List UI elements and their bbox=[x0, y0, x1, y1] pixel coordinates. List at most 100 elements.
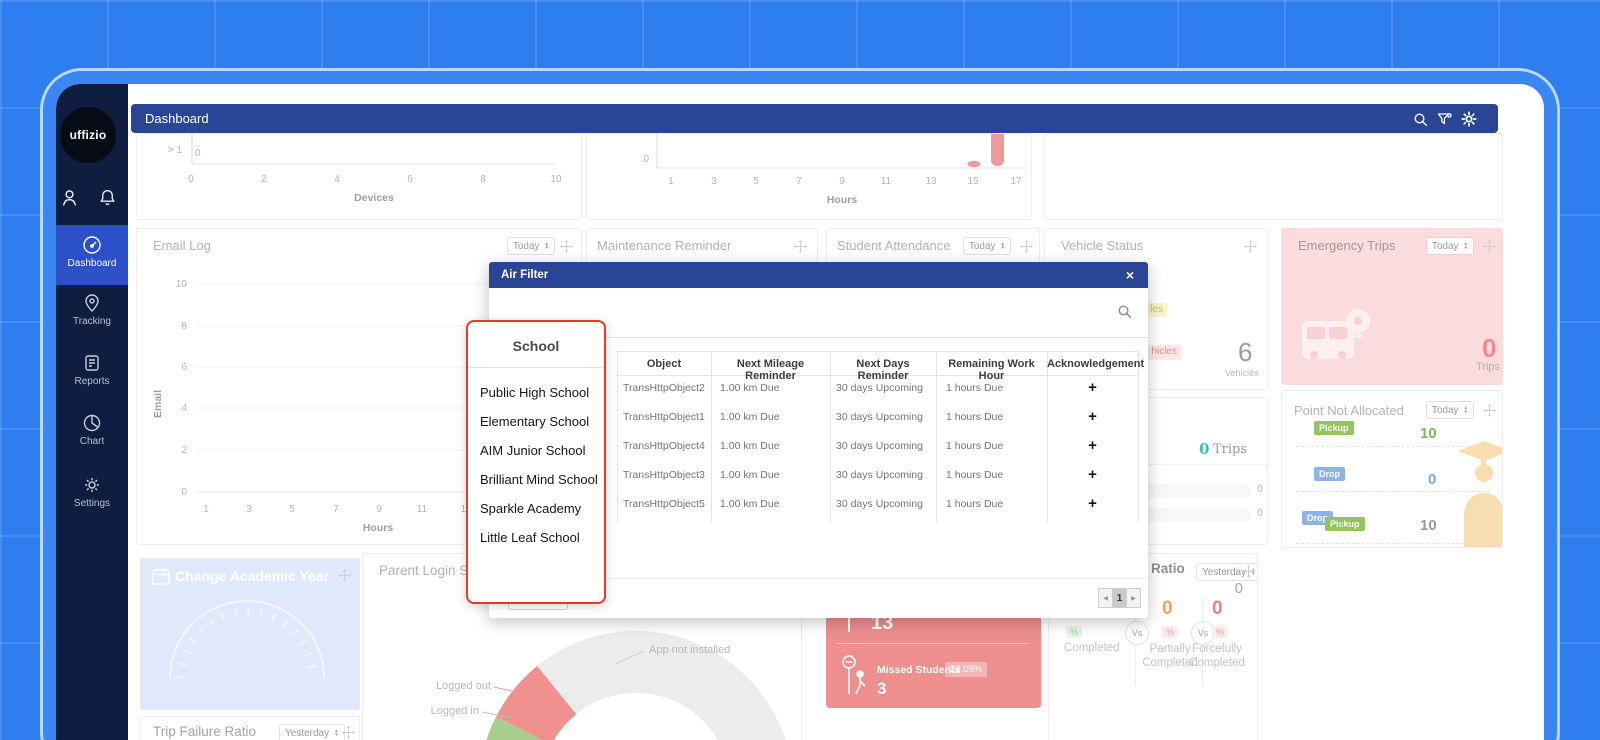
svg-text:2: 2 bbox=[261, 174, 267, 185]
drag-move-icon[interactable] bbox=[1483, 240, 1496, 253]
svg-text:0: 0 bbox=[195, 148, 201, 159]
card-title: Email Log bbox=[153, 238, 211, 253]
trip-failure-ratio-card: Trip Failure Ratio Yesterday bbox=[140, 716, 360, 740]
cell-mileage: 1.00 km Due bbox=[720, 498, 780, 510]
acknowledge-plus-button[interactable]: + bbox=[1047, 466, 1138, 483]
svg-text:0: 0 bbox=[643, 154, 649, 165]
svg-text:8: 8 bbox=[480, 174, 486, 185]
sidebar-item-label: Settings bbox=[74, 498, 110, 509]
app-window: uffizio Dashboard Tr bbox=[56, 84, 1544, 740]
cell-hours: 1 hours Due bbox=[946, 498, 1003, 510]
acknowledge-plus-button[interactable]: + bbox=[1047, 495, 1138, 512]
svg-text:13: 13 bbox=[925, 176, 937, 187]
hours-chart-card: 0 1 3 5 7 9 11 13 15 17 Hours bbox=[586, 133, 1032, 220]
svg-text:5: 5 bbox=[289, 504, 295, 515]
email-log-period-select[interactable]: Today bbox=[507, 237, 555, 255]
svg-text:6: 6 bbox=[181, 362, 187, 373]
drag-move-icon[interactable] bbox=[1483, 404, 1496, 417]
acknowledge-plus-button[interactable]: + bbox=[1047, 437, 1138, 454]
drag-move-icon[interactable] bbox=[1020, 240, 1033, 253]
pagination-current-page[interactable]: 1 bbox=[1112, 588, 1127, 608]
cell-hours: 1 hours Due bbox=[946, 411, 1003, 423]
reports-document-icon bbox=[82, 353, 102, 373]
close-icon[interactable]: × bbox=[1126, 262, 1134, 288]
vehicle-count: 6 bbox=[1238, 337, 1252, 368]
drag-move-icon[interactable] bbox=[342, 726, 355, 739]
bar-value: 0 bbox=[1257, 484, 1263, 495]
completed-label: Completed bbox=[1064, 642, 1120, 654]
completed-pct-badge: % bbox=[1066, 626, 1082, 638]
donut-label-logged-in: Logged in bbox=[409, 705, 479, 717]
app-logo: uffizio bbox=[60, 107, 116, 163]
cell-object: TransHttpObject2 bbox=[623, 382, 705, 394]
cell-days: 30 days Upcoming bbox=[836, 469, 923, 481]
school-option[interactable]: Brilliant Mind School bbox=[468, 465, 604, 494]
col-header-acknowledgement[interactable]: Acknowledgement bbox=[1047, 358, 1138, 370]
dashboard-icon bbox=[82, 235, 102, 255]
sidebar-item-dashboard[interactable]: Dashboard bbox=[56, 225, 128, 285]
select-arrows-icon bbox=[545, 242, 549, 250]
acknowledge-plus-button[interactable]: + bbox=[1047, 408, 1138, 425]
emergency-trips-card: Emergency Trips Today 0 Trips bbox=[1281, 228, 1503, 385]
partially-pct-badge: % bbox=[1162, 626, 1178, 638]
col-header-next-mileage[interactable]: Next Mileage Reminder bbox=[711, 358, 830, 382]
svg-text:15: 15 bbox=[967, 176, 979, 187]
tracking-pin-icon bbox=[82, 293, 102, 313]
school-option[interactable]: Elementary School bbox=[468, 407, 604, 436]
partially-completed-value: 0 bbox=[1162, 598, 1173, 620]
sidebar-item-reports[interactable]: Reports bbox=[56, 353, 128, 387]
search-icon[interactable] bbox=[1413, 112, 1428, 132]
card-title: Trip Failure Ratio bbox=[153, 724, 256, 739]
col-header-remaining-hour[interactable]: Remaining Work Hour bbox=[936, 358, 1047, 382]
sidebar-item-tracking[interactable]: Tracking bbox=[56, 293, 128, 327]
cell-hours: 1 hours Due bbox=[946, 469, 1003, 481]
school-option[interactable]: Public High School bbox=[468, 378, 604, 407]
drag-move-icon[interactable] bbox=[1242, 565, 1255, 578]
acknowledge-plus-button[interactable]: + bbox=[1047, 379, 1138, 396]
drag-move-icon[interactable] bbox=[1244, 240, 1257, 253]
col-header-object[interactable]: Object bbox=[617, 358, 711, 370]
page-title: Dashboard bbox=[145, 104, 209, 133]
pagination-next-button[interactable]: ▶ bbox=[1126, 588, 1141, 608]
page-header: Dashboard bbox=[131, 104, 1498, 133]
student-attendance-period-select[interactable]: Today bbox=[963, 237, 1011, 255]
svg-text:3: 3 bbox=[711, 176, 717, 187]
profile-icon[interactable] bbox=[60, 188, 79, 212]
modal-header: Air Filter × bbox=[489, 262, 1148, 288]
cell-hours: 1 hours Due bbox=[946, 440, 1003, 452]
forcefully-completed-label: Forcefully Completed bbox=[1185, 642, 1249, 670]
school-option[interactable]: Little Leaf School bbox=[468, 523, 604, 552]
pagination-prev-button[interactable]: ◀ bbox=[1098, 588, 1113, 608]
school-option[interactable]: AIM Junior School bbox=[468, 436, 604, 465]
pickup-badge: Pickup bbox=[1314, 421, 1354, 435]
header-settings-gear-icon[interactable] bbox=[1461, 111, 1477, 132]
svg-text:7: 7 bbox=[333, 504, 339, 515]
drag-move-icon[interactable] bbox=[560, 240, 573, 253]
change-academic-year-card: Change Academic Year bbox=[140, 558, 360, 710]
card-title: Point Not Allocated bbox=[1294, 403, 1404, 418]
trip-failure-period-select[interactable]: Yesterday bbox=[279, 724, 345, 740]
drag-move-icon[interactable] bbox=[794, 240, 807, 253]
select-arrows-icon bbox=[334, 729, 338, 737]
modal-search-icon[interactable] bbox=[1117, 304, 1132, 324]
forcefully-completed-value: 0 bbox=[1212, 598, 1223, 620]
sidebar-item-chart[interactable]: Chart bbox=[56, 413, 128, 447]
cell-object: TransHttpObject5 bbox=[623, 498, 705, 510]
sidebar-item-settings[interactable]: Settings bbox=[56, 475, 128, 509]
svg-text:4: 4 bbox=[181, 403, 187, 414]
vehicle-unit: Vehicles bbox=[1225, 368, 1259, 378]
gauge-illustration bbox=[141, 559, 360, 710]
screenshot-root: uffizio Dashboard Tr bbox=[0, 0, 1600, 740]
notifications-bell-icon[interactable] bbox=[98, 188, 117, 212]
point-not-allocated-period-select[interactable]: Today bbox=[1426, 401, 1474, 419]
pickup-value: 10 bbox=[1420, 425, 1437, 442]
cell-object: TransHttpObject4 bbox=[623, 440, 705, 452]
cell-object: TransHttpObject1 bbox=[623, 411, 705, 423]
school-dropdown-panel: School Public High School Elementary Sch… bbox=[466, 320, 606, 604]
col-header-next-days[interactable]: Next Days Reminder bbox=[830, 358, 936, 382]
svg-text:Hours: Hours bbox=[363, 522, 393, 534]
school-option[interactable]: Sparkle Academy bbox=[468, 494, 604, 523]
emergency-trips-period-select[interactable]: Today bbox=[1426, 237, 1474, 255]
missed-students-percent-badge: 23.08% bbox=[945, 662, 987, 677]
filter-funnel-icon[interactable] bbox=[1437, 112, 1452, 132]
